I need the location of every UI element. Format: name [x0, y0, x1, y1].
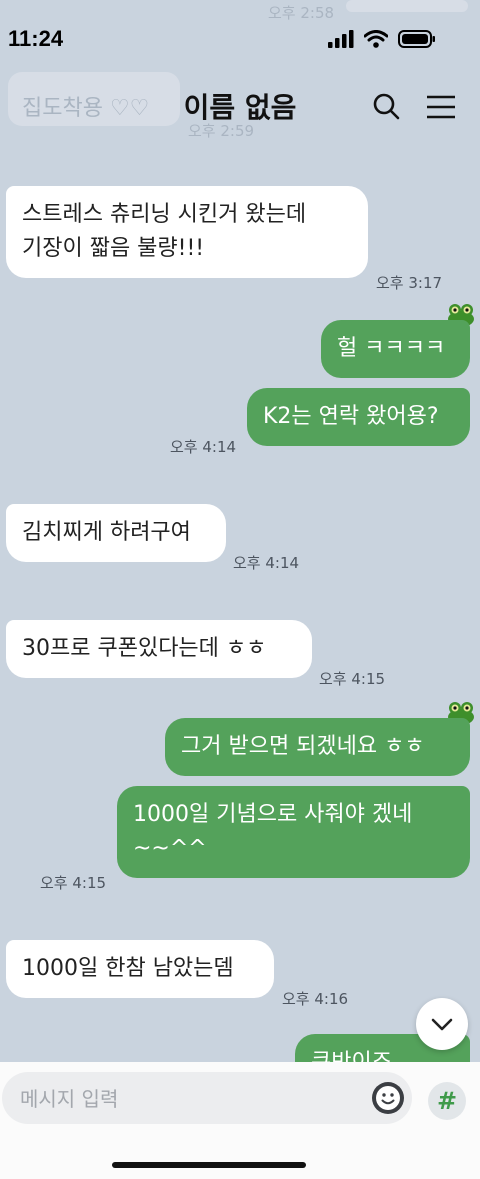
wifi-icon [364, 30, 388, 48]
message-bubble-incoming[interactable]: 1000일 한참 남았는뎀 [6, 940, 274, 998]
message-timestamp: 오후 4:15 [40, 874, 107, 892]
search-icon [373, 93, 400, 120]
ghost-bubble-top [346, 0, 468, 12]
hamburger-menu-icon [427, 95, 455, 119]
chat-title: 이름 없음 [183, 91, 297, 124]
chat-header: 이름 없음 [0, 80, 480, 132]
message-bubble-incoming[interactable]: 스트레스 츄리닝 시킨거 왔는데 기장이 짧음 불량!!! [6, 186, 368, 278]
message-timestamp: 오후 4:14 [233, 554, 300, 572]
battery-icon [398, 30, 435, 48]
message-timestamp: 오후 4:16 [282, 990, 349, 1008]
message-bubble-outgoing[interactable]: K2는 연락 왔어용? [247, 388, 470, 446]
status-time: 11:24 [8, 26, 64, 51]
chevron-down-icon [431, 1018, 453, 1031]
message-timestamp: 오후 4:14 [170, 438, 237, 456]
message-input[interactable] [18, 1082, 362, 1116]
message-bubble-incoming[interactable]: 30프로 쿠폰있다는데 ㅎㅎ [6, 620, 312, 678]
hashtag-button[interactable]: # [428, 1082, 466, 1120]
message-timestamp: 오후 3:17 [376, 274, 443, 292]
message-list[interactable]: 스트레스 츄리닝 시킨거 왔는데 기장이 짧음 불량!!! 오후 3:17 헐 … [0, 130, 480, 1062]
emoji-button[interactable] [372, 1082, 404, 1114]
message-input-bar: # [0, 1062, 480, 1179]
emoji-icon [376, 1086, 400, 1110]
message-timestamp: 오후 4:15 [319, 670, 386, 688]
menu-button[interactable] [424, 90, 458, 124]
search-button[interactable] [370, 90, 404, 124]
message-input-container [2, 1072, 412, 1124]
status-bar: 11:24 [0, 0, 480, 80]
signal-icon [328, 30, 354, 48]
message-bubble-outgoing[interactable]: 1000일 기념으로 사줘야 겠네 ~~^^ [117, 786, 470, 878]
home-indicator [112, 1162, 306, 1168]
scroll-to-bottom-button[interactable] [416, 998, 468, 1050]
status-icons [328, 30, 436, 48]
message-bubble-outgoing[interactable]: 그거 받으면 되겠네요 ㅎㅎ [165, 718, 470, 776]
ghost-timestamp-top: 오후 2:58 [268, 4, 335, 22]
message-bubble-incoming[interactable]: 김치찌게 하려구여 [6, 504, 226, 562]
message-bubble-outgoing[interactable]: 헐 ㅋㅋㅋㅋ [321, 320, 470, 378]
